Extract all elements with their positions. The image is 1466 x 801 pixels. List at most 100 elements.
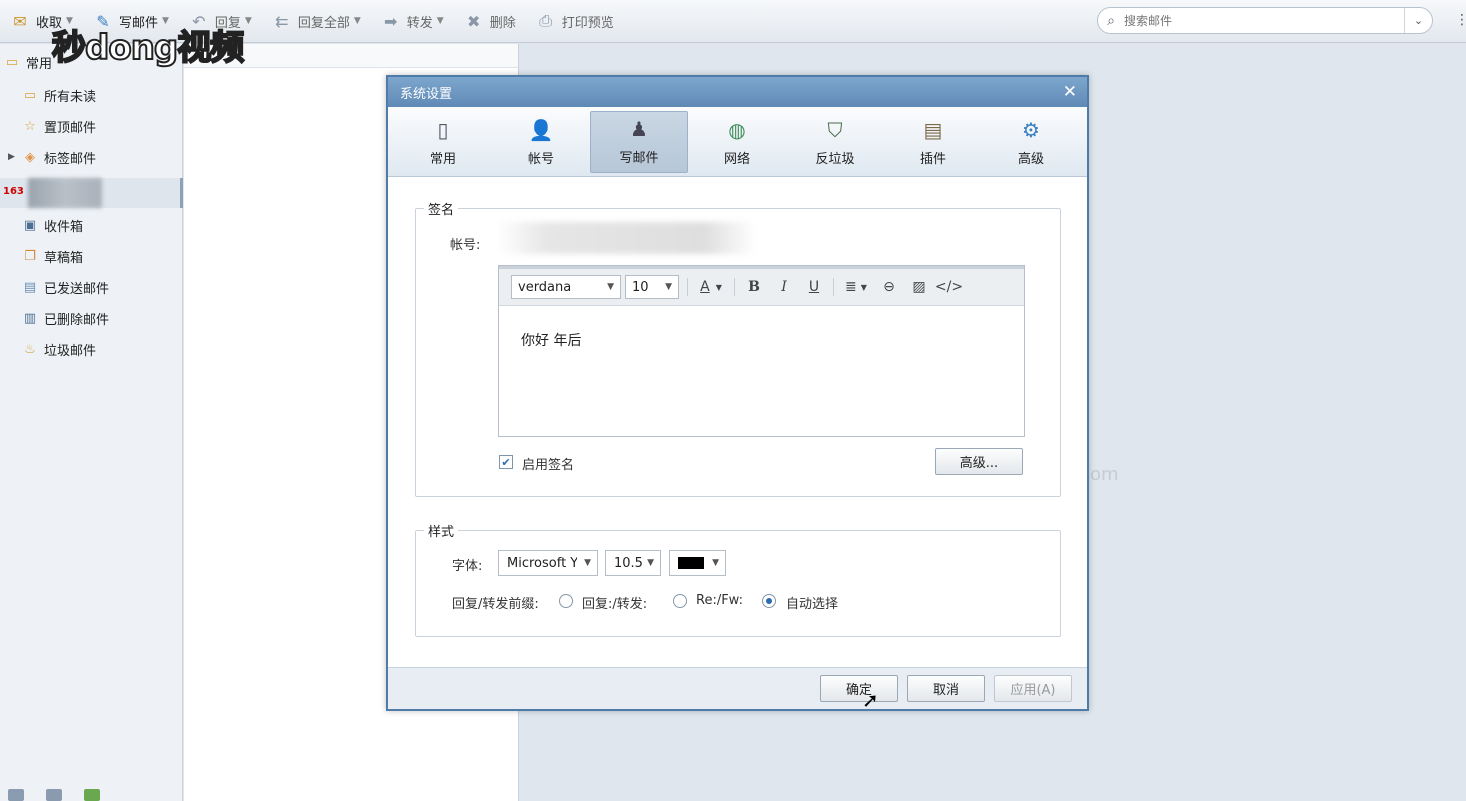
account-name-blurred [28,178,102,208]
chevron-down-icon[interactable]: ▼ [245,16,252,26]
sidebar-item-inbox[interactable]: ▣ 收件箱 [0,211,183,239]
dialog-title: 系统设置 [400,86,453,102]
italic-button[interactable]: I [769,275,799,299]
forward-button[interactable]: ➡ 转发 ▼ [371,6,454,36]
reply-all-button[interactable]: ⇇ 回复全部 ▼ [262,6,371,36]
account-icon: 👤 [528,118,554,142]
prefix-option-chinese: 回复:/转发: [582,597,648,612]
settings-dialog: 系统设置 ✕ ▯ 常用 👤 帐号 ♟ 写邮件 ◍ 网络 ⛉ 反垃圾 ▤ 插件 ⚙ [386,75,1089,711]
chevron-down-icon: ▼ [584,558,591,568]
sidebar-item-sent[interactable]: ▤ 已发送邮件 [0,273,183,301]
apply-button[interactable]: 应用(A) [994,675,1072,702]
bold-button[interactable]: B [739,275,769,299]
draft-icon: ❐ [24,248,36,264]
print-preview-button[interactable]: ⎙ 打印预览 [526,6,624,36]
printer-icon: ⎙ [539,11,553,30]
font-label: 字体: [452,559,483,574]
sidebar-item-tagged[interactable]: ▶ ◈ 标签邮件 [0,143,183,171]
calendar-icon[interactable] [46,789,62,801]
dialog-body: 签名 帐号: verdana ▼ 10 ▼ A ▼ B I U ≣ ▼ ⊖ ▨ … [388,177,1087,667]
tab-antispam[interactable]: ⛉ 反垃圾 [786,111,884,173]
style-color-select[interactable]: ▼ [669,550,726,576]
cancel-button[interactable]: 取消 [907,675,985,702]
delete-button[interactable]: ✖ 删除 [454,6,526,36]
tab-compose[interactable]: ♟ 写邮件 [590,111,688,173]
font-family-select[interactable]: verdana ▼ [511,275,621,299]
sidebar-item-drafts[interactable]: ❐ 草稿箱 [0,242,183,270]
contacts-icon[interactable] [8,789,24,801]
source-code-button[interactable]: </> [934,275,964,299]
gear-icon: ⚙ [1022,118,1040,142]
watermark-logo: 秒dong视频 [51,27,245,69]
enable-signature-checkbox[interactable]: ✔ [499,455,513,469]
toolbar-divider [734,278,735,296]
globe-icon: ◍ [728,118,746,142]
chevron-down-icon: ▼ [715,282,722,292]
search-input[interactable] [1124,8,1404,33]
dialog-title-bar: 系统设置 ✕ [388,77,1087,107]
toolbar-divider [833,278,834,296]
style-font-family-select[interactable]: Microsoft Y ▼ [498,550,598,576]
spam-icon: ♨ [24,341,36,357]
chevron-down-icon[interactable]: ▼ [354,16,361,26]
close-icon[interactable]: ✕ [1063,82,1077,102]
prefix-radio-re-fw[interactable] [673,594,687,608]
prefix-radio-auto[interactable] [762,594,776,608]
prefix-option-re-fw: Re:/Fw: [696,593,743,608]
signature-advanced-button[interactable]: 高级... [935,448,1023,475]
forward-icon: ➡ [384,11,398,31]
envelope-icon: ✉ [13,11,27,31]
reading-pane-text: om [1090,464,1119,485]
tab-advanced[interactable]: ⚙ 高级 [982,111,1080,173]
signature-content[interactable]: 你好 年后 [499,306,1024,374]
plugin-icon: ▤ [923,118,943,142]
editor-toolbar: verdana ▼ 10 ▼ A ▼ B I U ≣ ▼ ⊖ ▨ </> [499,266,1024,306]
prefix-option-auto: 自动选择 [786,597,839,612]
style-legend: 样式 [428,525,455,540]
tab-network[interactable]: ◍ 网络 [688,111,786,173]
signature-editor: verdana ▼ 10 ▼ A ▼ B I U ≣ ▼ ⊖ ▨ </> 你好 … [498,265,1025,437]
bold-icon: B [748,279,760,295]
compose-icon: ♟ [630,117,648,141]
code-icon: </> [934,279,964,295]
account-badge: 163 [3,186,24,197]
image-icon: ▨ [912,279,926,295]
link-button[interactable]: ⊖ [874,275,904,299]
link-icon: ⊖ [883,279,895,295]
search-icon: ⌕ [1107,12,1115,29]
search-options-icon[interactable]: ⌄ [1404,8,1432,33]
mouse-cursor-icon: ➚ [862,688,879,712]
sidebar-item-pinned[interactable]: ☆ 置顶邮件 [0,112,183,140]
tab-general[interactable]: ▯ 常用 [394,111,492,173]
text-color-button[interactable]: A ▼ [692,275,730,299]
signature-legend: 签名 [428,203,455,218]
tab-plugins[interactable]: ▤ 插件 [884,111,982,173]
image-button[interactable]: ▨ [904,275,934,299]
settings-tabs: ▯ 常用 👤 帐号 ♟ 写邮件 ◍ 网络 ⛉ 反垃圾 ▤ 插件 ⚙ 高级 [388,107,1087,177]
sidebar-item-spam[interactable]: ♨ 垃圾邮件 [0,335,183,363]
reply-all-icon: ⇇ [275,11,289,31]
underline-button[interactable]: U [799,275,829,299]
chevron-down-icon[interactable]: ▼ [437,16,444,26]
general-icon: ▯ [437,118,449,142]
account-row[interactable]: 163 [0,178,183,208]
more-options-icon[interactable]: ⋮ [1455,12,1466,28]
ok-button[interactable]: 确定 [820,675,898,702]
sidebar-item-deleted[interactable]: ▥ 已删除邮件 [0,304,183,332]
notes-icon[interactable] [84,789,100,801]
underline-icon: U [808,279,820,295]
chevron-down-icon: ▼ [607,282,614,292]
search-box: ⌕ ⌄ [1097,7,1433,34]
inbox-icon: ▣ [23,217,37,233]
align-button[interactable]: ≣ ▼ [838,275,874,299]
font-size-select[interactable]: 10 ▼ [625,275,679,299]
caret-right-icon[interactable]: ▶ [8,152,15,162]
tab-account[interactable]: 👤 帐号 [492,111,590,173]
sidebar-item-unread[interactable]: ▭ 所有未读 [0,81,183,109]
style-font-size-select[interactable]: 10.5 ▼ [605,550,661,576]
prefix-radio-chinese[interactable] [559,594,573,608]
delete-icon: ✖ [466,11,481,31]
dialog-footer: 确定 取消 应用(A) [388,667,1087,709]
account-value-blurred [496,222,756,254]
enable-signature-label: 启用签名 [522,458,575,473]
